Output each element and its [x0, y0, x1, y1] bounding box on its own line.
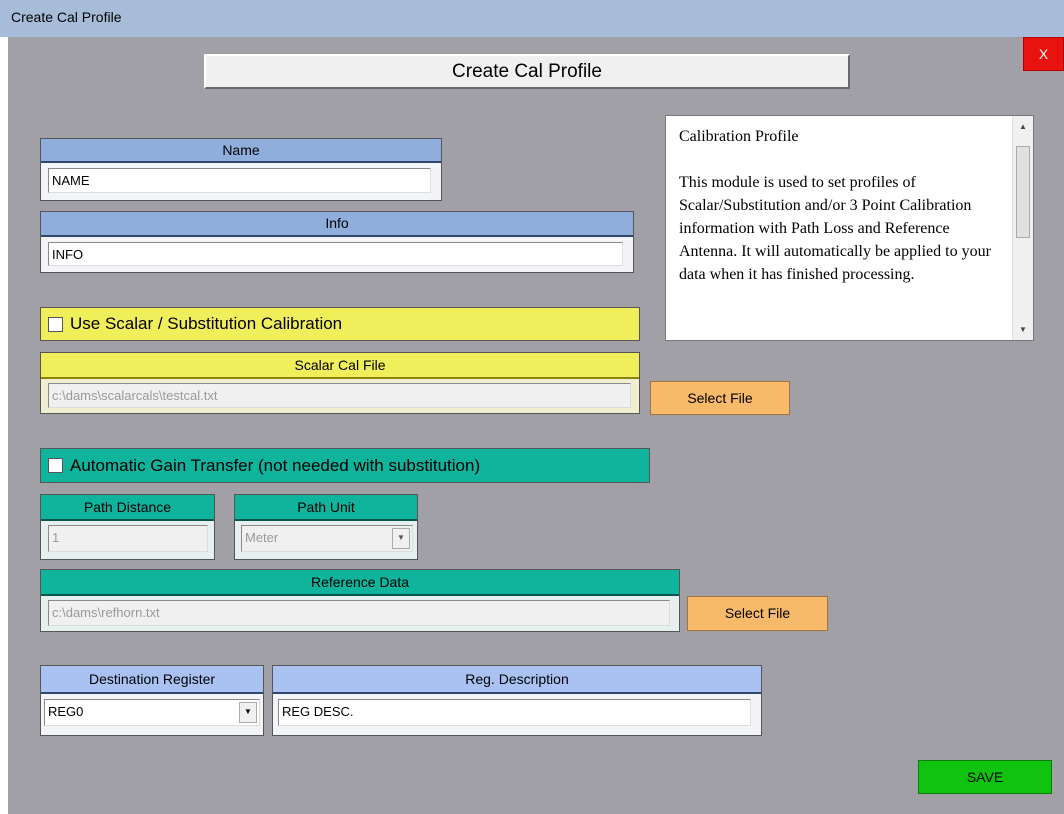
close-button[interactable]: X	[1023, 37, 1064, 71]
name-label: Name	[41, 139, 441, 163]
scalar-checkbox-row[interactable]: Use Scalar / Substitution Calibration	[40, 307, 640, 341]
help-title: Calibration Profile	[679, 128, 799, 145]
scalar-file-input[interactable]: c:\dams\scalarcals\testcal.txt	[48, 383, 631, 408]
path-unit-label: Path Unit	[235, 495, 417, 521]
destination-register-select[interactable]: REG0 ▼	[44, 699, 260, 726]
scalar-checkbox-label: Use Scalar / Substitution Calibration	[70, 314, 343, 333]
path-unit-value: Meter	[245, 530, 279, 545]
name-panel: Name NAME	[40, 138, 442, 201]
path-distance-panel: Path Distance 1	[40, 494, 215, 560]
reg-description-label: Reg. Description	[273, 666, 761, 694]
chevron-down-icon[interactable]: ▼	[239, 702, 257, 723]
window-title: Create Cal Profile	[11, 9, 122, 25]
scroll-up-icon[interactable]: ▲	[1013, 122, 1033, 131]
scroll-down-icon[interactable]: ▼	[1013, 325, 1033, 334]
save-button[interactable]: SAVE	[918, 760, 1052, 794]
path-distance-label: Path Distance	[41, 495, 214, 521]
reference-data-panel: Reference Data c:\dams\refhorn.txt	[40, 569, 680, 632]
path-unit-select[interactable]: Meter ▼	[241, 525, 413, 552]
info-panel: Info INFO	[40, 211, 634, 273]
name-input[interactable]: NAME	[48, 168, 431, 193]
help-textbox[interactable]: Calibration Profile This module is used …	[665, 115, 1034, 341]
path-unit-panel: Path Unit Meter ▼	[234, 494, 418, 560]
scroll-thumb[interactable]	[1016, 146, 1030, 238]
window-titlebar: Create Cal Profile	[0, 0, 1064, 37]
reg-description-panel: Reg. Description REG DESC.	[272, 665, 762, 736]
reg-description-input[interactable]: REG DESC.	[278, 699, 751, 726]
reference-data-label: Reference Data	[41, 570, 679, 596]
agt-checkbox-row[interactable]: Automatic Gain Transfer (not needed with…	[40, 448, 650, 483]
info-label: Info	[41, 212, 633, 237]
reference-data-input[interactable]: c:\dams\refhorn.txt	[48, 600, 670, 626]
scalar-file-panel: Scalar Cal File c:\dams\scalarcals\testc…	[40, 352, 640, 414]
info-input[interactable]: INFO	[48, 242, 623, 266]
chevron-down-icon[interactable]: ▼	[392, 528, 410, 549]
destination-register-label: Destination Register	[41, 666, 263, 694]
scalar-checkbox[interactable]	[48, 316, 63, 332]
help-scrollbar[interactable]: ▲ ▼	[1012, 116, 1033, 340]
help-body: This module is used to set profiles of S…	[679, 174, 991, 283]
scalar-file-label: Scalar Cal File	[41, 353, 639, 379]
scalar-select-file-button[interactable]: Select File	[650, 381, 790, 415]
path-distance-input[interactable]: 1	[48, 525, 208, 552]
destination-register-value: REG0	[48, 704, 84, 719]
help-text: Calibration Profile This module is used …	[679, 125, 1009, 337]
agt-checkbox-label: Automatic Gain Transfer (not needed with…	[70, 455, 481, 475]
page-title: Create Cal Profile	[204, 54, 850, 89]
reference-select-file-button[interactable]: Select File	[687, 596, 828, 631]
agt-checkbox[interactable]	[48, 458, 63, 473]
destination-register-panel: Destination Register REG0 ▼	[40, 665, 264, 736]
